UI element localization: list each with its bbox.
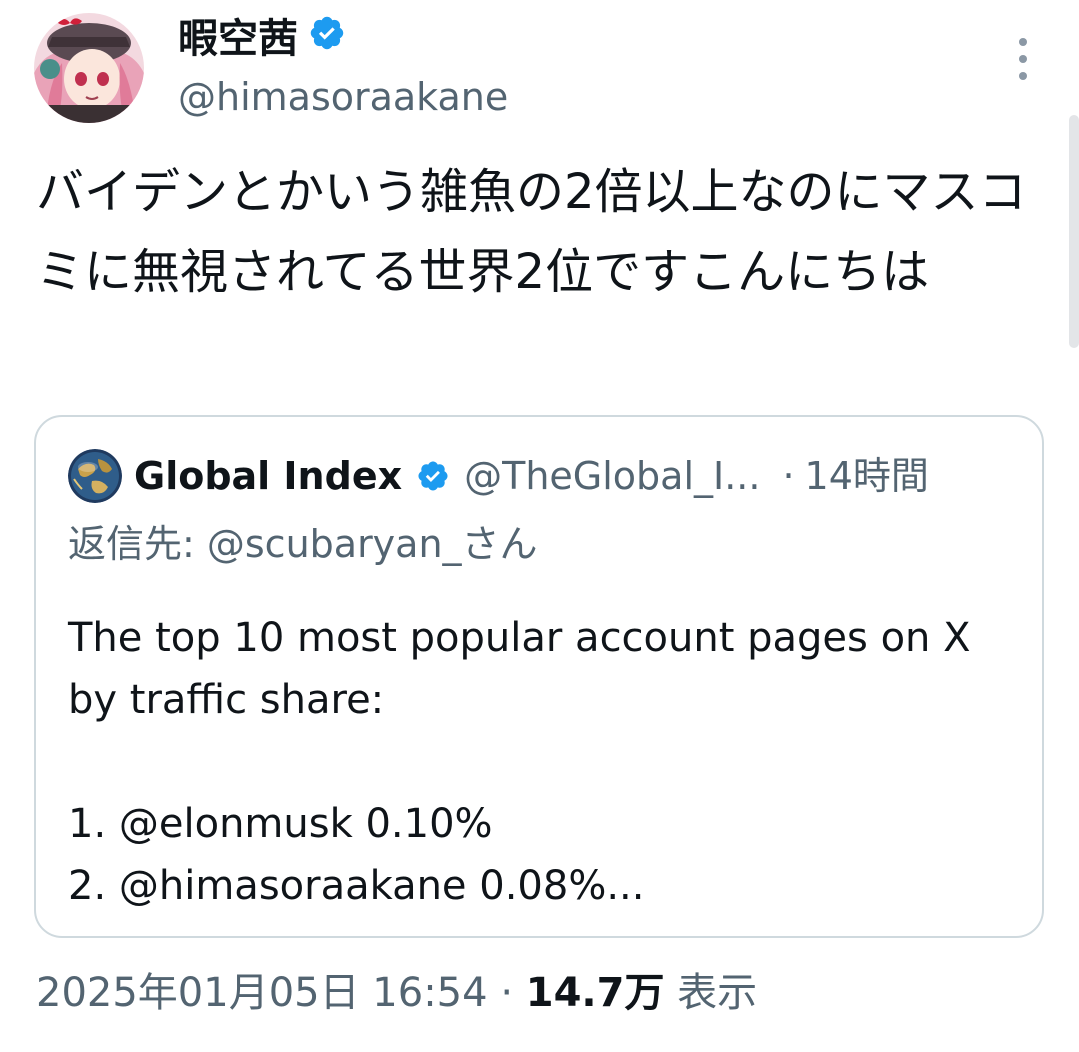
tweet-timestamp[interactable]: 2025年01月05日 16:54 bbox=[36, 970, 488, 1016]
author-handle[interactable]: @himasoraakane bbox=[178, 74, 508, 120]
tweet-text: バイデンとかいう雑魚の2倍以上なのにマスコミに無視されてる世界2位ですこんにちは bbox=[36, 164, 1027, 300]
scrollbar[interactable] bbox=[1069, 115, 1079, 348]
more-dot bbox=[1019, 38, 1027, 46]
meta-separator: · bbox=[500, 970, 514, 1016]
more-options-icon[interactable] bbox=[1008, 38, 1038, 80]
quoted-tweet-card[interactable]: Global Index @TheGlobal_I... · 14時間 返信先:… bbox=[34, 415, 1044, 938]
more-dot bbox=[1019, 72, 1027, 80]
quote-body: The top 10 most popular account pages on… bbox=[68, 615, 971, 909]
quote-reply-to[interactable]: 返信先: @scubaryan_さん bbox=[68, 520, 538, 568]
verified-badge-icon bbox=[308, 14, 346, 63]
author-display-name-row[interactable]: 暇空茜 bbox=[178, 14, 346, 63]
verified-badge-icon bbox=[416, 459, 450, 493]
quote-author-name[interactable]: Global Index bbox=[134, 452, 402, 500]
author-display-name[interactable]: 暇空茜 bbox=[178, 15, 298, 63]
tweet-meta: 2025年01月05日 16:54 · 14.7万 表示 bbox=[36, 965, 757, 1021]
quote-time[interactable]: 14時間 bbox=[805, 452, 929, 500]
author-avatar[interactable] bbox=[34, 13, 144, 123]
quote-author-avatar[interactable] bbox=[68, 449, 122, 503]
views-label: 表示 bbox=[677, 970, 758, 1016]
quote-separator: · bbox=[782, 454, 795, 498]
quote-author-handle[interactable]: @TheGlobal_I... bbox=[464, 452, 760, 500]
views-count: 14.7万 bbox=[525, 970, 665, 1016]
quote-header: Global Index @TheGlobal_I... · 14時間 bbox=[134, 452, 929, 500]
more-dot bbox=[1019, 55, 1027, 63]
